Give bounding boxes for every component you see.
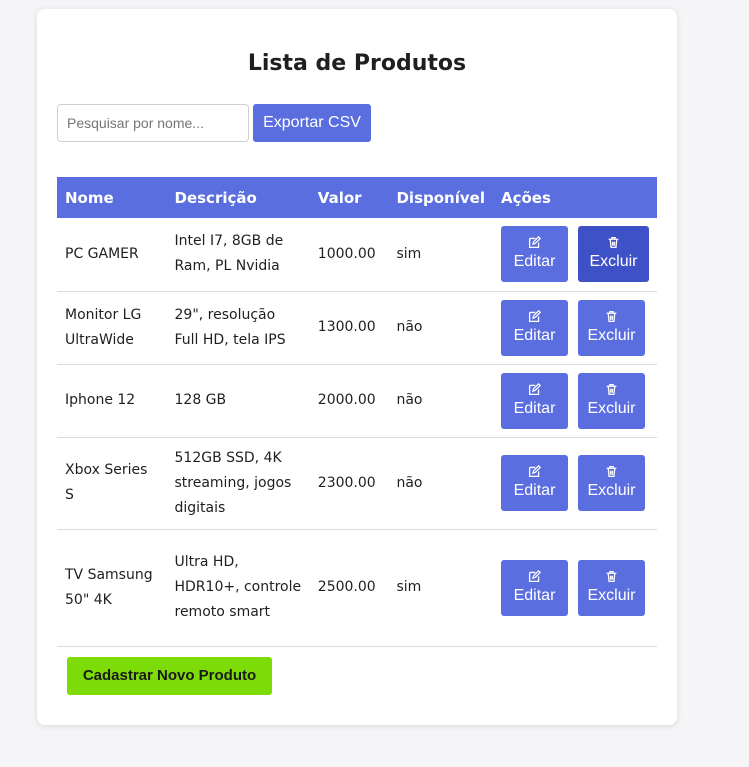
header-nome: Nome	[57, 177, 167, 218]
trash-icon	[578, 310, 645, 327]
cell-descricao: Ultra HD, HDR10+, controle remoto smart	[166, 529, 310, 647]
edit-icon	[501, 309, 568, 327]
edit-icon	[501, 464, 568, 482]
cell-nome: TV Samsung 50" 4K	[57, 529, 167, 647]
header-disponivel: Disponível	[388, 177, 493, 218]
product-table: Nome Descrição Valor Disponível Ações PC…	[57, 177, 657, 647]
new-product-button[interactable]: Cadastrar Novo Produto	[67, 657, 272, 695]
cell-valor: 1300.00	[309, 291, 389, 365]
edit-label: Editar	[513, 326, 556, 344]
cell-disponivel: sim	[388, 218, 493, 292]
edit-button[interactable]: Editar	[501, 226, 568, 283]
cell-valor: 2300.00	[309, 437, 389, 530]
table-row: Iphone 12 128 GB 2000.00 não Editar Excl…	[57, 364, 657, 438]
cell-nome: Iphone 12	[57, 364, 167, 438]
cell-descricao: 29", resolução Full HD, tela IPS	[166, 291, 310, 365]
cell-nome: PC GAMER	[57, 218, 167, 292]
table-header-row: Nome Descrição Valor Disponível Ações	[57, 177, 657, 218]
export-csv-button[interactable]: Exportar CSV	[253, 104, 371, 142]
trash-icon	[578, 570, 645, 587]
table-row: TV Samsung 50" 4K Ultra HD, HDR10+, cont…	[57, 529, 657, 647]
edit-button[interactable]: Editar	[501, 455, 568, 511]
header-acoes: Ações	[493, 177, 657, 218]
trash-icon	[578, 236, 649, 253]
page-title: Lista de Produtos	[247, 51, 467, 76]
edit-button[interactable]: Editar	[501, 372, 568, 429]
edit-icon	[501, 236, 568, 253]
cell-valor: 1000.00	[309, 218, 389, 292]
edit-label: Editar	[513, 399, 556, 417]
delete-button[interactable]: Excluir	[578, 455, 645, 511]
delete-button[interactable]: Excluir	[578, 559, 645, 616]
table-row: Xbox Series S 512GB SSD, 4K streaming, j…	[57, 437, 657, 530]
cell-valor: 2500.00	[309, 529, 389, 647]
cell-descricao: Intel I7, 8GB de Ram, PL Nvidia	[166, 218, 310, 292]
cell-nome: Xbox Series S	[57, 437, 167, 530]
edit-icon	[501, 569, 568, 587]
edit-label: Editar	[513, 482, 556, 499]
delete-button[interactable]: Excluir	[578, 226, 649, 283]
header-valor: Valor	[309, 177, 389, 218]
cell-acoes: Editar Excluir	[493, 218, 657, 292]
delete-label: Excluir	[587, 482, 636, 499]
search-input[interactable]	[57, 104, 249, 142]
trash-icon	[578, 383, 645, 400]
cell-valor: 2000.00	[309, 364, 389, 438]
header-descricao: Descrição	[166, 177, 310, 218]
cell-acoes: Editar Excluir	[493, 437, 657, 530]
delete-label: Excluir	[587, 399, 636, 417]
cell-disponivel: não	[388, 437, 493, 530]
cell-disponivel: não	[388, 291, 493, 365]
delete-label: Excluir	[587, 586, 636, 604]
cell-descricao: 128 GB	[166, 364, 310, 438]
table-row: PC GAMER Intel I7, 8GB de Ram, PL Nvidia…	[57, 218, 657, 292]
cell-acoes: Editar Excluir	[493, 291, 657, 365]
edit-button[interactable]: Editar	[501, 299, 568, 356]
cell-nome: Monitor LG UltraWide	[57, 291, 167, 365]
cell-disponivel: não	[388, 364, 493, 438]
trash-icon	[578, 465, 645, 482]
delete-label: Excluir	[587, 326, 636, 344]
delete-button[interactable]: Excluir	[578, 372, 645, 429]
cell-descricao: 512GB SSD, 4K streaming, jogos digitais	[166, 437, 310, 530]
cell-acoes: Editar Excluir	[493, 364, 657, 438]
edit-icon	[501, 382, 568, 400]
edit-label: Editar	[513, 253, 556, 271]
cell-disponivel: sim	[388, 529, 493, 647]
edit-label: Editar	[513, 586, 556, 604]
cell-acoes: Editar Excluir	[493, 529, 657, 647]
delete-label: Excluir	[589, 253, 638, 271]
delete-button[interactable]: Excluir	[578, 299, 645, 356]
edit-button[interactable]: Editar	[501, 559, 568, 616]
table-row: Monitor LG UltraWide 29", resolução Full…	[57, 291, 657, 365]
product-list-card: Lista de Produtos Exportar CSV Nome Desc…	[37, 9, 677, 725]
